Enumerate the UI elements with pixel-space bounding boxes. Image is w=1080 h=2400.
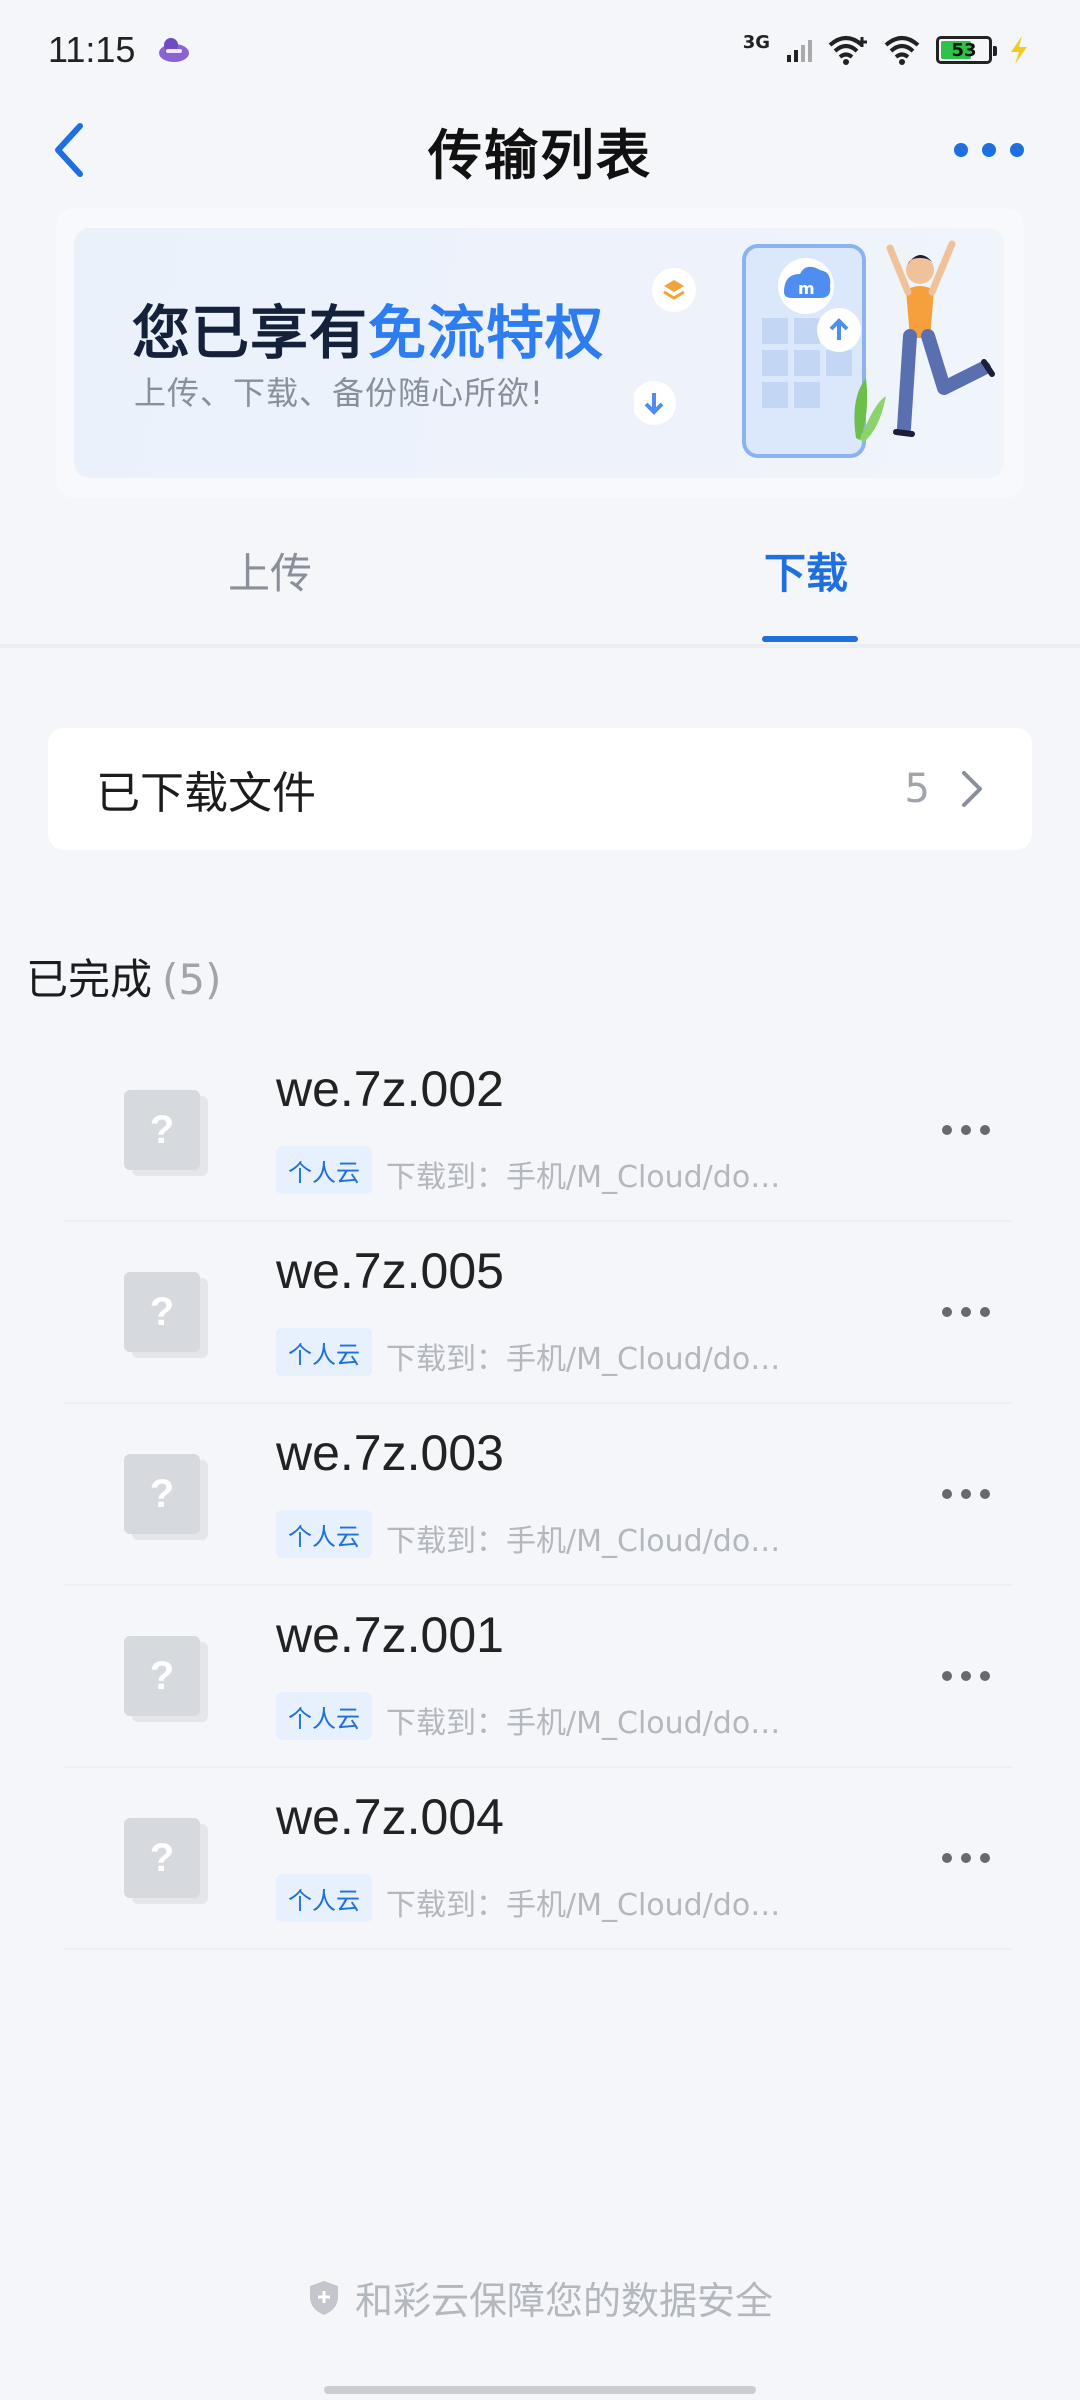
more-icon-dot (982, 143, 996, 157)
downloaded-files-count: 5 (904, 766, 930, 812)
status-bar: 11:15 3G 53 (0, 0, 1080, 100)
security-footer-text: 和彩云保障您的数据安全 (354, 2279, 773, 2323)
more-icon-dot (961, 1307, 971, 1317)
more-icon (942, 1307, 952, 1317)
wifi-plus-icon (828, 36, 867, 65)
promo-banner[interactable]: 您已享有免流特权 上传、下载、备份随心所欲! m (74, 228, 1004, 478)
file-source-tag: 个人云 (276, 1692, 372, 1740)
more-icon-dot (980, 1307, 990, 1317)
wifi-icon (884, 36, 920, 65)
file-name: we.7z.004 (276, 1789, 504, 1845)
status-left: 11:15 (48, 29, 191, 71)
file-icon-glyph: ? (149, 1107, 175, 1152)
file-more-button[interactable] (942, 1666, 990, 1686)
file-more-button[interactable] (942, 1302, 990, 1322)
file-row[interactable]: ? we.7z.002 个人云 下载到：手机/M_Cloud/do… (0, 1040, 1080, 1222)
more-icon-dot (980, 1853, 990, 1863)
more-icon (942, 1125, 952, 1135)
unknown-file-icon: ? (124, 1272, 200, 1352)
shield-icon (309, 2280, 338, 2315)
file-source-tag: 个人云 (276, 1510, 372, 1558)
svg-text:m: m (798, 279, 815, 298)
downloaded-files-label: 已下载文件 (96, 768, 316, 819)
app-notification-icon (159, 38, 190, 62)
file-icon-glyph: ? (149, 1653, 175, 1698)
more-icon (954, 143, 968, 157)
banner-title-prefix: 您已享有 (132, 299, 369, 367)
tab-download[interactable]: 下载 (764, 540, 848, 601)
unknown-file-icon: ? (124, 1818, 200, 1898)
tab-upload[interactable]: 上传 (228, 540, 312, 601)
promo-banner-container: 您已享有免流特权 上传、下载、备份随心所欲! m (56, 208, 1024, 498)
banner-title: 您已享有免流特权 (132, 286, 604, 370)
back-arrow-icon (55, 123, 83, 177)
unknown-file-icon: ? (124, 1636, 200, 1716)
more-icon (942, 1489, 952, 1499)
banner-title-highlight: 免流特权 (368, 299, 605, 367)
file-more-button[interactable] (942, 1120, 990, 1140)
completed-section-title: 已完成 (26, 955, 153, 1004)
file-icon-glyph: ? (149, 1289, 175, 1334)
file-more-button[interactable] (942, 1848, 990, 1868)
more-icon-dot (1010, 143, 1024, 157)
more-icon-dot (961, 1671, 971, 1681)
chevron-right-icon (962, 771, 982, 807)
more-icon-dot (980, 1489, 990, 1499)
more-icon-dot (980, 1671, 990, 1681)
more-icon-dot (961, 1489, 971, 1499)
banner-illustration: m (634, 240, 995, 458)
file-download-path: 下载到：手机/M_Cloud/do… (386, 1706, 781, 1741)
header: 传输列表 (0, 100, 1080, 200)
file-download-path: 下载到：手机/M_Cloud/do… (386, 1524, 781, 1559)
more-icon (942, 1671, 952, 1681)
more-icon (942, 1853, 952, 1863)
file-source-tag: 个人云 (276, 1874, 372, 1922)
file-name: we.7z.005 (276, 1243, 504, 1299)
downloaded-files-entry[interactable]: 已下载文件 5 (48, 728, 1032, 850)
banner-subtitle: 上传、下载、备份随心所欲! (134, 374, 544, 412)
file-icon-glyph: ? (149, 1835, 175, 1880)
file-name: we.7z.003 (276, 1425, 504, 1481)
file-row[interactable]: ? we.7z.003 个人云 下载到：手机/M_Cloud/do… (0, 1404, 1080, 1586)
file-icon-glyph: ? (149, 1471, 175, 1516)
security-footer: 和彩云保障您的数据安全 (0, 2270, 1080, 2325)
tabs-divider (0, 644, 1080, 648)
home-indicator[interactable] (324, 2386, 756, 2394)
page-title: 传输列表 (428, 123, 652, 187)
completed-file-list: ? we.7z.002 个人云 下载到：手机/M_Cloud/do… ? we.… (0, 1040, 1080, 1950)
battery-icon: 53 (936, 36, 997, 64)
network-type: 3G (742, 31, 770, 53)
file-row[interactable]: ? we.7z.005 个人云 下载到：手机/M_Cloud/do… (0, 1222, 1080, 1404)
file-row[interactable]: ? we.7z.001 个人云 下载到：手机/M_Cloud/do… (0, 1586, 1080, 1768)
more-icon-dot (961, 1853, 971, 1863)
file-row[interactable]: ? we.7z.004 个人云 下载到：手机/M_Cloud/do… (0, 1768, 1080, 1950)
battery-level: 53 (951, 39, 977, 61)
status-right: 3G 53 (742, 31, 1030, 65)
transfer-tabs: 上传 下载 (0, 520, 1080, 644)
charging-icon (1011, 36, 1027, 64)
more-icon-dot (961, 1125, 971, 1135)
file-source-tag: 个人云 (276, 1328, 372, 1376)
file-more-button[interactable] (942, 1484, 990, 1504)
completed-section-count: (5) (162, 955, 222, 1004)
file-download-path: 下载到：手机/M_Cloud/do… (386, 1342, 781, 1377)
unknown-file-icon: ? (124, 1454, 200, 1534)
file-name: we.7z.001 (276, 1607, 504, 1663)
back-button[interactable] (52, 120, 112, 180)
more-icon-dot (980, 1125, 990, 1135)
signal-icon (787, 40, 812, 62)
file-download-path: 下载到：手机/M_Cloud/do… (386, 1888, 781, 1923)
file-download-path: 下载到：手机/M_Cloud/do… (386, 1160, 781, 1195)
active-tab-indicator (762, 636, 858, 642)
file-name: we.7z.002 (276, 1061, 504, 1117)
more-button[interactable] (954, 130, 1024, 170)
unknown-file-icon: ? (124, 1090, 200, 1170)
status-time: 11:15 (48, 29, 136, 70)
completed-section-header: 已完成 (5) (26, 946, 222, 1007)
file-source-tag: 个人云 (276, 1146, 372, 1194)
